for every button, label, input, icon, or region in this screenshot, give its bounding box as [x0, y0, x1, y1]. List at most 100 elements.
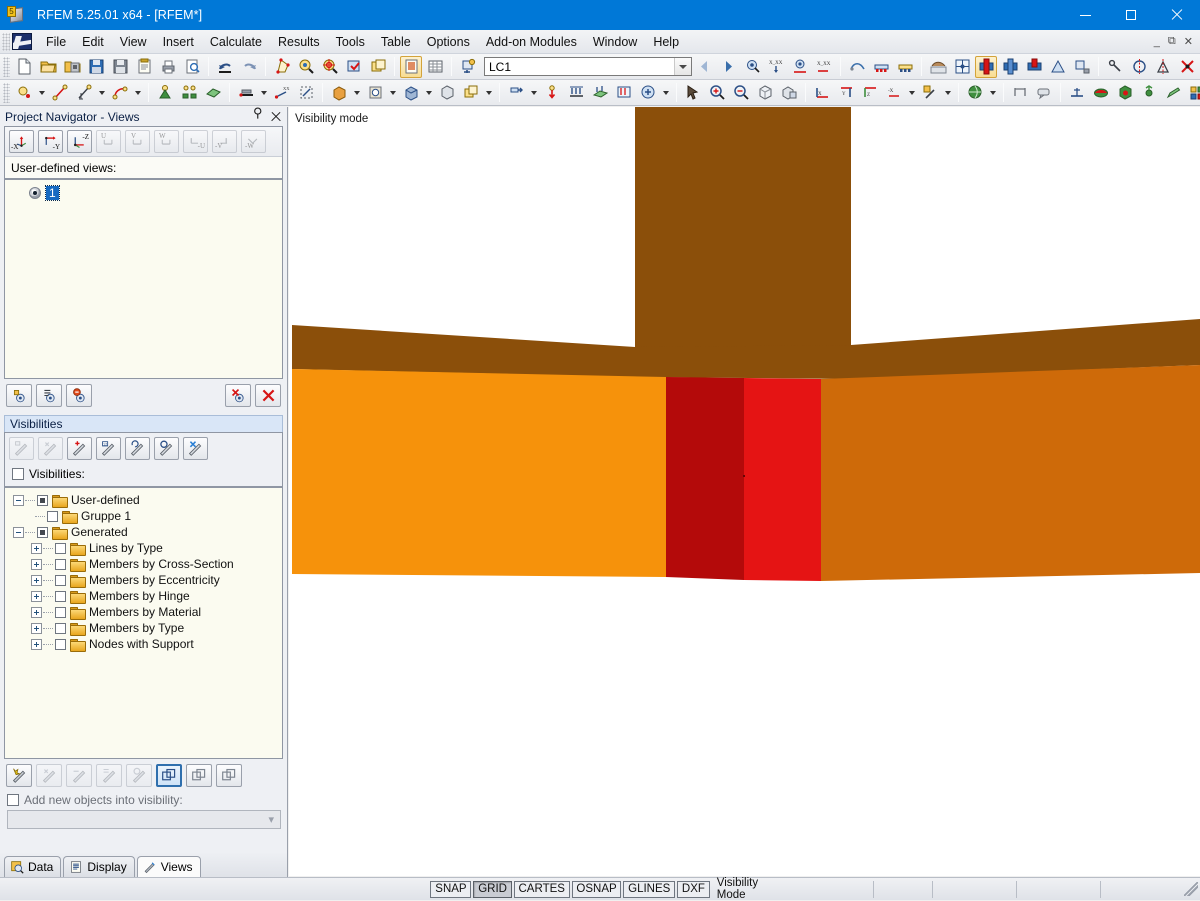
tree-checkbox[interactable]: [55, 543, 66, 554]
opening-dropdown-arrow-icon[interactable]: [388, 82, 398, 104]
tree-item-user-defined[interactable]: User-defined: [5, 492, 282, 508]
load-case-combo[interactable]: [484, 57, 692, 76]
tree-item-members-by-type[interactable]: Members by Type: [5, 620, 282, 636]
visibility-mode-single-button[interactable]: [156, 764, 182, 787]
view-z-icon[interactable]: Z: [859, 82, 881, 104]
visibility-check-button[interactable]: [126, 764, 152, 787]
visibility-mode-multi-button[interactable]: [186, 764, 212, 787]
dimension-icon[interactable]: [1009, 82, 1031, 104]
view-minus-y-button[interactable]: -Y: [38, 130, 63, 153]
add-objects-row[interactable]: Add new objects into visibility:: [0, 791, 287, 810]
arc-icon[interactable]: [109, 82, 131, 104]
view-x-icon[interactable]: X: [811, 82, 833, 104]
tree-item-lines-by-type[interactable]: Lines by Type: [5, 540, 282, 556]
menu-insert[interactable]: Insert: [155, 32, 202, 52]
opening-icon[interactable]: [364, 82, 386, 104]
load-dropdown-arrow-icon[interactable]: [529, 82, 539, 104]
refresh-view-button[interactable]: [66, 384, 92, 407]
edit-model-icon[interactable]: [271, 56, 293, 78]
status-grid-button[interactable]: GRID: [473, 881, 511, 898]
clipping-plane-icon[interactable]: [1071, 56, 1093, 78]
color-surface-icon[interactable]: [1090, 82, 1112, 104]
tree-checkbox[interactable]: [55, 607, 66, 618]
load-case-add-icon[interactable]: [457, 56, 479, 78]
view-item-label[interactable]: 1: [46, 186, 59, 200]
nodal-load-icon[interactable]: [541, 82, 563, 104]
arc-dropdown-arrow-icon[interactable]: [133, 82, 143, 104]
view-dropdown-arrow-icon[interactable]: [907, 82, 917, 104]
zoom-select-icon[interactable]: [295, 56, 317, 78]
visibility-cut-icon[interactable]: [1023, 56, 1045, 78]
status-glines-button[interactable]: GLINES: [623, 881, 675, 898]
delete-cross-icon[interactable]: [1176, 56, 1198, 78]
edit-view-button[interactable]: [36, 384, 62, 407]
expand-icon[interactable]: [31, 623, 42, 634]
member-load-icon[interactable]: [565, 82, 587, 104]
rendered-model[interactable]: [289, 107, 1200, 876]
globe-render-icon[interactable]: [964, 82, 986, 104]
render-solid-icon[interactable]: [778, 82, 800, 104]
visibility-numbering-button[interactable]: 12: [96, 437, 121, 460]
wireframe-icon[interactable]: [951, 56, 973, 78]
menu-table[interactable]: Table: [373, 32, 419, 52]
visibility-new-button[interactable]: [9, 437, 34, 460]
save-project-icon[interactable]: [85, 56, 107, 78]
save-icon[interactable]: [109, 56, 131, 78]
status-snap-button[interactable]: SNAP: [430, 881, 471, 898]
pen-icon[interactable]: [1162, 82, 1184, 104]
visibility-all-button[interactable]: [38, 437, 63, 460]
maximize-button[interactable]: [1108, 0, 1154, 30]
result-values-icon[interactable]: [741, 56, 763, 78]
load-case-input[interactable]: [485, 59, 674, 75]
undo-icon[interactable]: [214, 56, 236, 78]
visibility-apply-button[interactable]: [154, 437, 179, 460]
node-icon[interactable]: [13, 82, 35, 104]
tables-icon[interactable]: [400, 56, 422, 78]
zoom-target-icon[interactable]: [319, 56, 341, 78]
visibility-mode-icon[interactable]: [975, 56, 997, 78]
collapse-icon[interactable]: [13, 495, 24, 506]
close-icon[interactable]: [271, 112, 281, 122]
open-project-icon[interactable]: [61, 56, 83, 78]
load-icon[interactable]: [505, 82, 527, 104]
view-minus-x-icon[interactable]: -X: [883, 82, 905, 104]
support-reactions-icon[interactable]: [870, 56, 892, 78]
tab-display[interactable]: Display: [63, 856, 134, 877]
resize-grip[interactable]: [1184, 882, 1198, 896]
model-viewport[interactable]: Visibility mode: [289, 107, 1200, 876]
grid-table-icon[interactable]: [424, 56, 446, 78]
expand-icon[interactable]: [31, 575, 42, 586]
copy-window-icon[interactable]: [367, 56, 389, 78]
add-objects-combo[interactable]: ▾: [7, 810, 281, 829]
zoom-in-icon[interactable]: [706, 82, 728, 104]
mdi-minimize[interactable]: _: [1151, 36, 1163, 48]
annotation-icon[interactable]: [1033, 82, 1055, 104]
toolbar-grip-2[interactable]: [3, 83, 10, 103]
visibility-mode-all-button[interactable]: [216, 764, 242, 787]
tab-data[interactable]: Data: [4, 856, 61, 877]
visibility-hide-button[interactable]: [66, 764, 92, 787]
add-objects-checkbox[interactable]: [7, 794, 19, 806]
menu-help[interactable]: Help: [645, 32, 687, 52]
menu-calculate[interactable]: Calculate: [202, 32, 270, 52]
deformation-icon[interactable]: [846, 56, 868, 78]
solid-icon[interactable]: [328, 82, 350, 104]
visibility-edit-button[interactable]: [36, 764, 62, 787]
load-wizard-icon[interactable]: [637, 82, 659, 104]
tree-item-nodes-with-support[interactable]: Nodes with Support: [5, 636, 282, 652]
result-axis-icon[interactable]: X_XX: [765, 56, 787, 78]
expand-icon[interactable]: [31, 591, 42, 602]
line-dropdown-arrow-icon[interactable]: [97, 82, 107, 104]
snap-icon[interactable]: [1104, 56, 1126, 78]
render-shading-icon[interactable]: [927, 56, 949, 78]
collapse-icon[interactable]: [13, 527, 24, 538]
result-view-icon[interactable]: [789, 56, 811, 78]
mdi-restore[interactable]: ⧉: [1165, 35, 1179, 48]
panel-icon[interactable]: [1186, 82, 1200, 104]
nodal-support-icon[interactable]: [178, 82, 200, 104]
expand-icon[interactable]: [31, 559, 42, 570]
previous-lc-icon[interactable]: [693, 56, 715, 78]
pin-icon[interactable]: [254, 111, 263, 122]
view-active-radio[interactable]: [29, 187, 41, 199]
expand-icon[interactable]: [31, 639, 42, 650]
